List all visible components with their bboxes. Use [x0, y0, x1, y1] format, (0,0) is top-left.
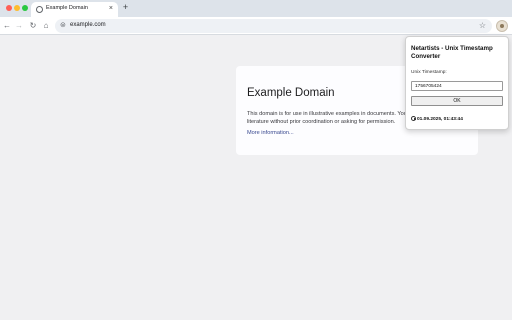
timestamp-input[interactable] — [411, 81, 503, 91]
page-heading: Example Domain — [247, 87, 335, 99]
globe-icon — [36, 6, 43, 13]
reload-icon[interactable]: ↻ — [28, 20, 38, 31]
browser-toolbar: ← → ↻ ⌂ ⊜ example.com ☆ — [0, 17, 512, 35]
back-icon[interactable]: ← — [2, 20, 12, 31]
home-icon[interactable]: ⌂ — [41, 20, 51, 31]
tab-close-icon[interactable]: × — [109, 4, 113, 13]
bookmark-star-icon[interactable]: ☆ — [479, 20, 486, 31]
tab-title: Example Domain — [46, 5, 88, 11]
extension-popup: Netartists - Unix Timestamp Converter Un… — [405, 36, 509, 130]
tab-strip: Example Domain × + — [0, 0, 512, 17]
forward-icon[interactable]: → — [14, 20, 24, 31]
close-window-button[interactable] — [6, 5, 12, 11]
url-text[interactable]: example.com — [70, 22, 106, 28]
new-tab-button[interactable]: + — [121, 2, 130, 13]
site-info-icon[interactable]: ⊜ — [60, 21, 66, 31]
timestamp-extension-icon[interactable] — [496, 20, 508, 32]
description-line-1: This domain is for use in illustrative e… — [247, 111, 407, 117]
converted-date-result: 01.09.2025, 01:43:44 — [411, 116, 463, 122]
maximize-window-button[interactable] — [22, 5, 28, 11]
clock-icon — [411, 116, 416, 121]
minimize-window-button[interactable] — [14, 5, 20, 11]
address-bar[interactable]: ⊜ example.com ☆ — [55, 19, 492, 33]
tab-example-domain[interactable]: Example Domain × — [31, 2, 118, 17]
more-information-link[interactable]: More information... — [247, 130, 294, 136]
ok-button[interactable]: OK — [411, 96, 503, 106]
description-line-2: literature without prior coordination or… — [247, 119, 396, 125]
timestamp-label: Unix Timestamp: — [411, 70, 447, 75]
result-text: 01.09.2025, 01:43:44 — [417, 117, 463, 122]
popup-title: Netartists - Unix Timestamp Converter — [411, 45, 493, 60]
